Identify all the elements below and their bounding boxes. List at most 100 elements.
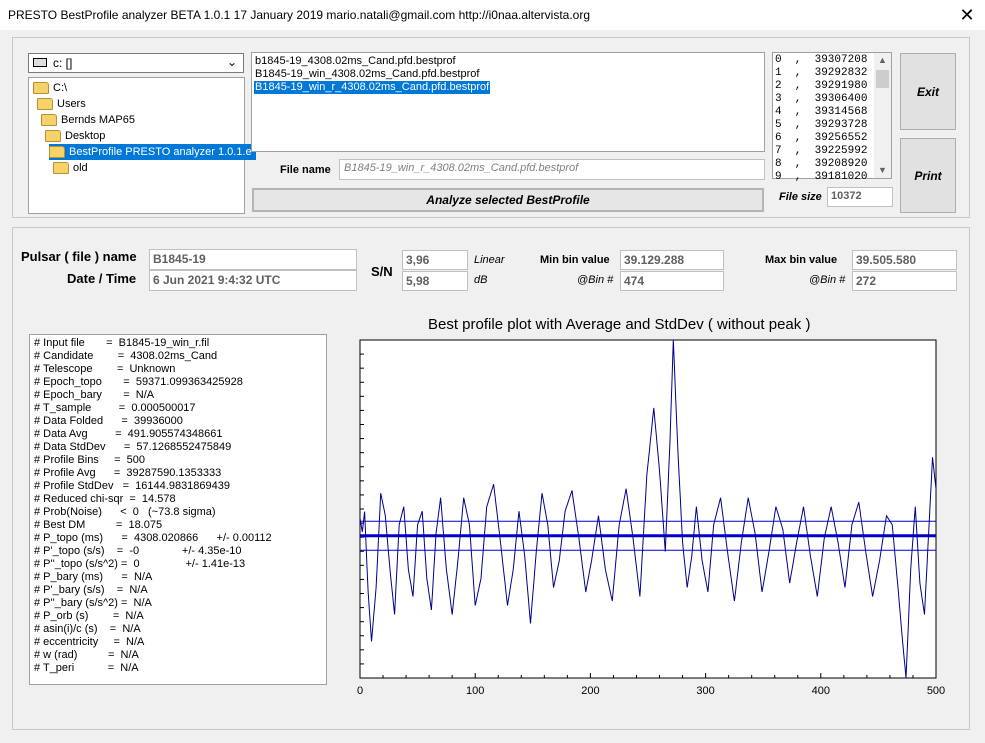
- folder-label: Desktop: [65, 130, 106, 142]
- header-line: # Epoch_bary = N/A: [34, 389, 155, 401]
- folder-item[interactable]: Desktop: [45, 128, 105, 144]
- header-line: # Data Avg = 491.905574348661: [34, 428, 223, 440]
- header-line: # P'_bary (s/s) = N/A: [34, 584, 148, 596]
- scroll-thumb[interactable]: [876, 70, 889, 88]
- header-line: # P_orb (s) = N/A: [34, 610, 144, 622]
- drive-icon: [33, 58, 47, 67]
- profile-chart: 0 100 200 300 400 500: [357, 339, 945, 697]
- header-line: # eccentricity = N/A: [34, 636, 145, 648]
- header-line: # Telescope = Unknown: [34, 363, 176, 375]
- bin-value-row[interactable]: 1 , 39292832: [775, 67, 867, 80]
- file-list[interactable]: b1845-19_4308.02ms_Cand.pfd.bestprof B184…: [251, 52, 765, 152]
- folder-list[interactable]: C:\ Users Bernds MAP65 Desktop BestProfile P…: [28, 77, 256, 214]
- bin-list-scrollbar[interactable]: ▲ ▼: [874, 53, 891, 178]
- header-line: # Epoch_topo = 59371.099363425928: [34, 376, 243, 388]
- header-line: # P_bary (ms) = N/A: [34, 571, 153, 583]
- file-name-label: File name: [280, 164, 331, 176]
- file-item[interactable]: B1845-19_win_r_4308.02ms_Cand.pfd.bestpr…: [254, 81, 491, 94]
- min-bin-label: Min bin value: [540, 254, 610, 266]
- min-bin-value: 39.129.288: [620, 250, 724, 270]
- file-item[interactable]: B1845-19_win_4308.02ms_Cand.pfd.bestprof: [254, 68, 480, 81]
- header-line: # P_topo (ms) = 4308.020866 +/- 0.00112: [34, 532, 272, 544]
- folder-item[interactable]: Bernds MAP65: [41, 112, 135, 128]
- bin-value-row[interactable]: 9 , 39181020: [775, 171, 867, 184]
- chevron-down-icon[interactable]: ⌄: [227, 55, 237, 69]
- close-icon[interactable]: ✕: [954, 2, 980, 28]
- plot-area: [359, 339, 937, 679]
- header-line: # P''_topo (s/s^2) = 0 +/- 1.41e-13: [34, 558, 246, 570]
- folder-icon: [37, 98, 53, 110]
- folder-label: old: [73, 162, 88, 174]
- bin-value-row[interactable]: 6 , 39256552: [775, 132, 867, 145]
- folder-icon: [41, 114, 57, 126]
- header-line: # P''_bary (s/s^2) = N/A: [34, 597, 152, 609]
- title-bar: PRESTO BestProfile analyzer BETA 1.0.1 1…: [0, 0, 985, 30]
- folder-item[interactable]: old: [53, 160, 88, 176]
- folder-label: Users: [57, 98, 86, 110]
- scroll-up-icon[interactable]: ▲: [874, 53, 891, 68]
- header-line: # Data Folded = 39936000: [34, 415, 183, 427]
- folder-icon: [49, 146, 65, 158]
- analyze-button[interactable]: Analyze selected BestProfile: [252, 188, 764, 212]
- bin-value-row[interactable]: 7 , 39225992: [775, 145, 867, 158]
- x-tick-label: 500: [927, 685, 945, 697]
- min-bin-index-label: @Bin #: [577, 274, 614, 286]
- file-size-label: File size: [779, 191, 822, 203]
- bin-value-row[interactable]: 3 , 39306400: [775, 93, 867, 106]
- file-size-value: 10372: [827, 187, 893, 207]
- header-line: # T_peri = N/A: [34, 662, 139, 674]
- sn-linear-label: Linear: [474, 254, 505, 266]
- scroll-down-icon[interactable]: ▼: [874, 163, 891, 178]
- bin-value-row[interactable]: 5 , 39293728: [775, 119, 867, 132]
- header-line: # w (rad) = N/A: [34, 649, 139, 661]
- folder-label: Bernds MAP65: [61, 114, 135, 126]
- folder-label: BestProfile PRESTO analyzer 1.0.1.e: [69, 146, 252, 158]
- header-line: # Prob(Noise) < 0 (~73.8 sigma): [34, 506, 216, 518]
- sn-linear-value: 3,96: [402, 250, 468, 270]
- min-bin-index: 474: [620, 271, 724, 291]
- header-line: # P'_topo (s/s) = -0 +/- 4.35e-10: [34, 545, 242, 557]
- window-title: PRESTO BestProfile analyzer BETA 1.0.1 1…: [8, 8, 591, 22]
- sn-db-label: dB: [474, 274, 488, 286]
- print-button[interactable]: Print: [900, 138, 956, 213]
- file-name-field[interactable]: B1845-19_win_r_4308.02ms_Cand.pfd.bestpr…: [339, 159, 765, 180]
- header-line: # Best DM = 18.075: [34, 519, 163, 531]
- exit-button[interactable]: Exit: [900, 53, 956, 130]
- max-bin-index: 272: [852, 271, 957, 291]
- date-time-value: 6 Jun 2021 9:4:32 UTC: [149, 270, 357, 291]
- bestprof-header-box: # Input file = B1845-19_win_r.fil # Candi…: [29, 334, 327, 685]
- drive-label: c: []: [53, 56, 73, 70]
- x-tick-label: 100: [466, 685, 484, 697]
- folder-icon: [33, 82, 49, 94]
- x-tick-label: 0: [357, 685, 363, 697]
- date-time-label: Date / Time: [67, 271, 137, 286]
- bin-value-row[interactable]: 8 , 39208920: [775, 158, 867, 171]
- x-tick-label: 400: [812, 685, 830, 697]
- header-line: # Profile Avg = 39287590.1353333: [34, 467, 222, 479]
- file-item[interactable]: b1845-19_4308.02ms_Cand.pfd.bestprof: [254, 55, 457, 68]
- pulsar-name-value: B1845-19: [149, 249, 357, 270]
- folder-icon: [53, 162, 69, 174]
- bin-value-row[interactable]: 2 , 39291980: [775, 80, 867, 93]
- drive-select[interactable]: c: [] ⌄: [28, 53, 244, 73]
- header-line: # Profile Bins = 500: [34, 454, 145, 466]
- folder-item[interactable]: Users: [37, 96, 86, 112]
- folder-item[interactable]: C:\: [33, 80, 67, 96]
- x-tick-label: 200: [581, 685, 599, 697]
- folder-label: C:\: [53, 82, 68, 94]
- header-line: # asin(i)/c (s) = N/A: [34, 623, 141, 635]
- header-line: # Data StdDev = 57.1268552475849: [34, 441, 232, 453]
- chart-title: Best profile plot with Average and StdDe…: [428, 316, 811, 333]
- bin-value-row[interactable]: 4 , 39314568: [775, 106, 867, 119]
- folder-icon: [45, 130, 61, 142]
- header-line: # Input file = B1845-19_win_r.fil: [34, 337, 210, 349]
- bin-value-row[interactable]: 0 , 39307208: [775, 54, 867, 67]
- sn-db-value: 5,98: [402, 271, 468, 291]
- header-line: # Reduced chi-sqr = 14.578: [34, 493, 176, 505]
- max-bin-value: 39.505.580: [852, 250, 957, 270]
- header-line: # T_sample = 0.000500017: [34, 402, 196, 414]
- max-bin-label: Max bin value: [765, 254, 838, 266]
- folder-item[interactable]: BestProfile PRESTO analyzer 1.0.1.e: [49, 144, 256, 160]
- header-line: # Candidate = 4308.02ms_Cand: [34, 350, 218, 362]
- max-bin-index-label: @Bin #: [809, 274, 846, 286]
